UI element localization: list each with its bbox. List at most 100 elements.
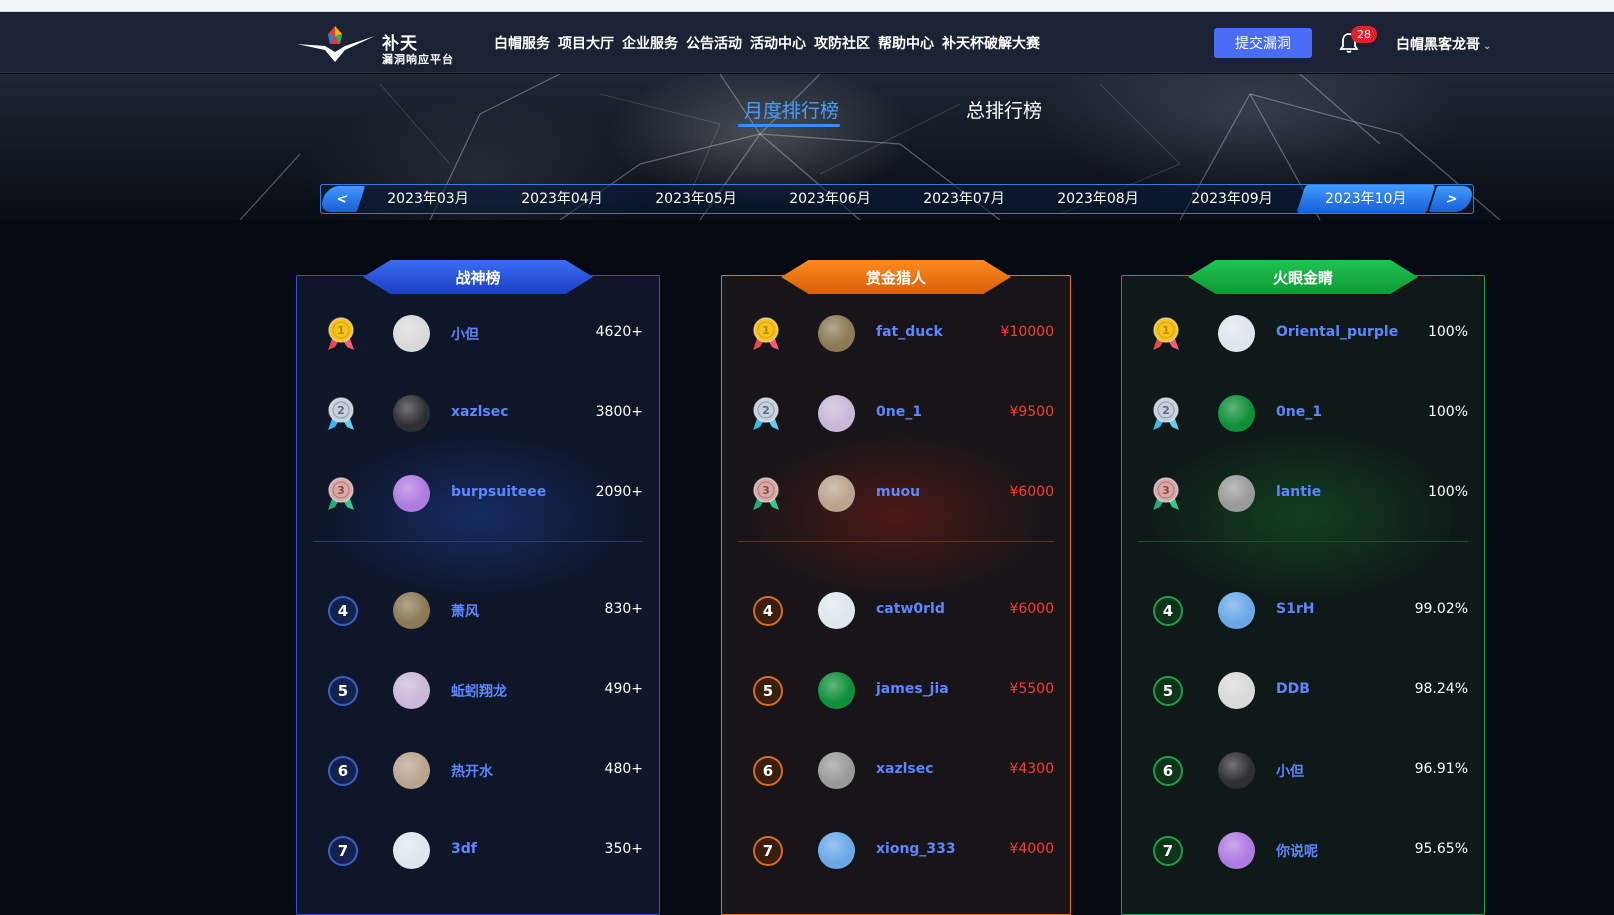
user-name-link[interactable]: S1rH	[1276, 601, 1314, 617]
user-name-link[interactable]: 蚯蚓翔龙	[451, 681, 507, 701]
user-avatar[interactable]	[393, 832, 430, 869]
leaderboard-row: 3 lantie 100%	[1122, 474, 1484, 514]
user-avatar[interactable]	[393, 592, 430, 629]
rank-number: 6	[1153, 756, 1183, 786]
user-avatar[interactable]	[1218, 395, 1255, 432]
medal-3-icon: 3	[328, 477, 354, 510]
user-avatar[interactable]	[818, 475, 855, 512]
leaderboard-row: 4 catw0rld ¥6000	[722, 591, 1070, 631]
menu-item-community[interactable]: 攻防社区	[814, 33, 870, 53]
user-name-link[interactable]: xazlsec	[876, 761, 934, 777]
user-avatar[interactable]	[393, 752, 430, 789]
user-name-link[interactable]: james_jia	[876, 681, 949, 697]
menu-item-cup-contest[interactable]: 补天杯破解大赛	[942, 33, 1040, 53]
user-score: ¥4300	[1009, 761, 1054, 777]
user-avatar[interactable]	[818, 752, 855, 789]
user-avatar[interactable]	[818, 395, 855, 432]
user-avatar[interactable]	[1218, 592, 1255, 629]
user-avatar[interactable]	[818, 672, 855, 709]
user-menu[interactable]: 白帽黑客龙哥 ⌄	[1396, 34, 1491, 54]
svg-text:1: 1	[1162, 324, 1170, 337]
user-avatar[interactable]	[818, 832, 855, 869]
user-name-link[interactable]: DDB	[1276, 681, 1310, 697]
user-name-link[interactable]: 3df	[451, 841, 477, 857]
user-score: ¥5500	[1009, 681, 1054, 697]
leaderboard-row: 2 0ne_1 ¥9500	[722, 394, 1070, 434]
user-name-link[interactable]: xiong_333	[876, 841, 956, 857]
leaderboard-sharp-eyes: 火眼金睛 1 Oriental_purple 100% 2 0ne_1 100% 3…	[1121, 260, 1485, 915]
user-score: 100%	[1427, 324, 1468, 340]
month-item[interactable]: 2023年05月	[631, 185, 761, 213]
user-avatar[interactable]	[1218, 315, 1255, 352]
month-item[interactable]: 2023年07月	[899, 185, 1029, 213]
user-name-link[interactable]: 你说呢	[1276, 841, 1318, 861]
user-score: 2090+	[595, 484, 643, 500]
browser-top-strip	[0, 0, 1614, 12]
user-name-link[interactable]: 小但	[1276, 761, 1304, 781]
rank-number: 5	[1153, 676, 1183, 706]
menu-item-activities[interactable]: 活动中心	[750, 33, 806, 53]
user-name-link[interactable]: burpsuiteee	[451, 484, 546, 500]
month-prev-button[interactable]: <	[318, 186, 366, 212]
user-name-link[interactable]: Oriental_purple	[1276, 324, 1398, 340]
menu-item-whitehat[interactable]: 白帽服务	[494, 33, 550, 53]
month-next-button[interactable]: >	[1428, 186, 1476, 212]
svg-text:2: 2	[762, 404, 770, 417]
rank-number: 5	[328, 676, 358, 706]
medal-2-icon: 2	[328, 397, 354, 430]
user-score: 98.24%	[1414, 681, 1468, 697]
menu-item-help[interactable]: 帮助中心	[878, 33, 934, 53]
month-item[interactable]: 2023年08月	[1033, 185, 1163, 213]
svg-text:3: 3	[337, 484, 345, 497]
user-name-link[interactable]: 热开水	[451, 761, 493, 781]
month-item[interactable]: 2023年06月	[765, 185, 895, 213]
leaderboard-row: 7 3df 350+	[297, 831, 659, 871]
leaderboard-row: 4 萧风 830+	[297, 591, 659, 631]
user-avatar[interactable]	[393, 395, 430, 432]
leaderboard-row: 3 burpsuiteee 2090+	[297, 474, 659, 514]
user-name-link[interactable]: xazlsec	[451, 404, 509, 420]
user-name-link[interactable]: lantie	[1276, 484, 1321, 500]
user-avatar[interactable]	[818, 592, 855, 629]
leaderboard-row: 1 fat_duck ¥10000	[722, 314, 1070, 354]
user-name-link[interactable]: 小但	[451, 324, 479, 344]
leaderboard-row: 1 Oriental_purple 100%	[1122, 314, 1484, 354]
menu-item-projects[interactable]: 项目大厅	[558, 33, 614, 53]
menu-item-announcements[interactable]: 公告活动	[686, 33, 742, 53]
user-name-link[interactable]: 0ne_1	[876, 404, 922, 420]
user-name-link[interactable]: fat_duck	[876, 324, 943, 340]
brand-logo[interactable]: 补天 漏洞响应平台	[295, 22, 465, 66]
leaderboard-row: 2 0ne_1 100%	[1122, 394, 1484, 434]
svg-text:2: 2	[337, 404, 345, 417]
month-item[interactable]: 2023年03月	[363, 185, 493, 213]
month-item[interactable]: 2023年09月	[1167, 185, 1297, 213]
user-avatar[interactable]	[1218, 832, 1255, 869]
rank-number: 4	[328, 596, 358, 626]
user-name-link[interactable]: 萧风	[451, 601, 479, 621]
user-avatar[interactable]	[393, 315, 430, 352]
svg-text:1: 1	[762, 324, 770, 337]
user-name-link[interactable]: muou	[876, 484, 920, 500]
user-avatar[interactable]	[393, 475, 430, 512]
month-item[interactable]: 2023年04月	[497, 185, 627, 213]
user-avatar[interactable]	[818, 315, 855, 352]
tab-monthly-ranking[interactable]: 月度排行榜	[744, 96, 839, 123]
user-name-link[interactable]: catw0rld	[876, 601, 945, 617]
user-avatar[interactable]	[393, 672, 430, 709]
svg-text:2: 2	[1162, 404, 1170, 417]
month-item-selected[interactable]: 2023年10月	[1296, 185, 1436, 213]
ranking-banner: 月度排行榜 总排行榜 < 2023年03月 2023年04月 2023年05月 …	[0, 74, 1614, 220]
medal-1-icon: 1	[328, 317, 354, 350]
leaderboard-bounty-hunter: 赏金猎人 1 fat_duck ¥10000 2 0ne_1 ¥9500 3 muo…	[721, 260, 1071, 915]
leaderboard-row: 2 xazlsec 3800+	[297, 394, 659, 434]
tab-total-ranking[interactable]: 总排行榜	[966, 96, 1042, 123]
submit-vulnerability-button[interactable]: 提交漏洞	[1214, 28, 1312, 58]
user-score: 96.91%	[1414, 761, 1468, 777]
notification-badge: 28	[1351, 26, 1377, 43]
user-avatar[interactable]	[1218, 672, 1255, 709]
user-avatar[interactable]	[1218, 475, 1255, 512]
chevron-down-icon: ⌄	[1483, 41, 1492, 52]
menu-item-enterprise[interactable]: 企业服务	[622, 33, 678, 53]
user-avatar[interactable]	[1218, 752, 1255, 789]
user-name-link[interactable]: 0ne_1	[1276, 404, 1322, 420]
